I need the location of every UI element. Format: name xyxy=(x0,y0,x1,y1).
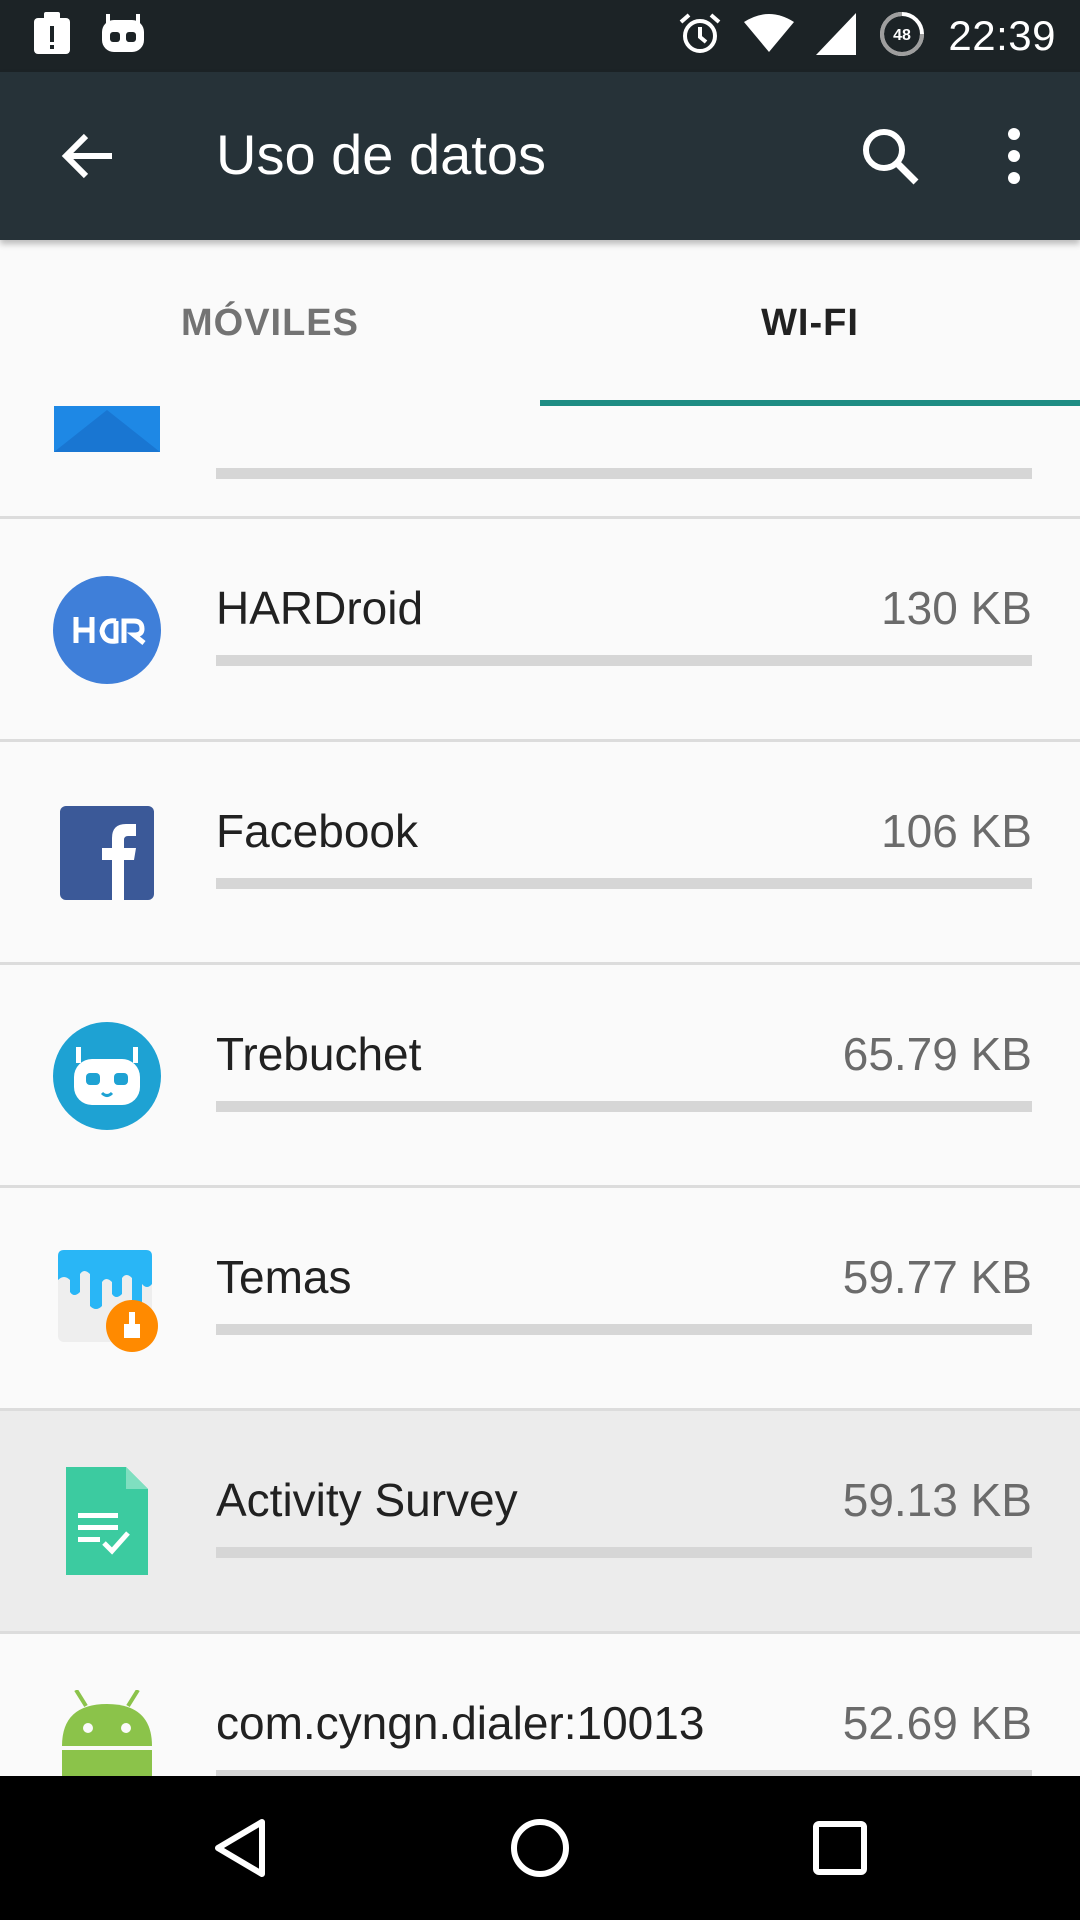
trebuchet-icon xyxy=(52,1021,162,1131)
cyanogen-icon xyxy=(100,14,146,59)
app-data-size: 65.79 KB xyxy=(842,1028,1032,1080)
search-icon[interactable] xyxy=(858,124,922,188)
list-item[interactable]: Temas 59.77 KB xyxy=(0,1188,1080,1411)
status-bar: 48 22:39 xyxy=(0,0,1080,72)
wifi-icon xyxy=(744,13,795,59)
usage-bar xyxy=(216,1547,1032,1558)
list-item[interactable]: HARDroid 130 KB xyxy=(0,519,1080,742)
app-data-size: 59.13 KB xyxy=(842,1474,1032,1526)
navigation-bar xyxy=(0,1776,1080,1920)
page-title: Uso de datos xyxy=(216,123,546,186)
nav-recents-icon[interactable] xyxy=(804,1812,876,1884)
app-name: Activity Survey xyxy=(216,1474,518,1526)
usage-bar xyxy=(216,878,1032,889)
temas-icon xyxy=(52,1244,162,1354)
back-arrow-icon[interactable] xyxy=(56,124,120,188)
usage-bar xyxy=(216,1324,1032,1335)
alarm-icon xyxy=(678,12,722,61)
usage-bar xyxy=(216,468,1032,479)
android-icon xyxy=(52,1688,162,1776)
battery-icon: 48 xyxy=(878,10,926,63)
app-data-size: 59.77 KB xyxy=(842,1251,1032,1303)
nav-back-icon[interactable] xyxy=(204,1812,276,1884)
email-icon xyxy=(52,406,162,452)
usage-bar xyxy=(216,1101,1032,1112)
tab-bar: MÓVILES WI-FI xyxy=(0,240,1080,406)
activity-survey-icon xyxy=(52,1467,162,1577)
app-name: Facebook xyxy=(216,805,419,857)
app-name: Temas xyxy=(216,1251,352,1303)
signal-icon xyxy=(816,12,857,60)
list-item[interactable] xyxy=(0,406,1080,519)
app-data-size: 106 KB xyxy=(881,805,1032,857)
list-item[interactable]: Facebook 106 KB xyxy=(0,742,1080,965)
app-name: com.cyngn.dialer:10013 xyxy=(216,1697,705,1749)
nav-home-icon[interactable] xyxy=(504,1812,576,1884)
list-item[interactable]: Activity Survey 59.13 KB xyxy=(0,1411,1080,1634)
tab-moviles[interactable]: MÓVILES xyxy=(0,240,540,406)
app-name: Trebuchet xyxy=(216,1028,422,1080)
list-item[interactable]: Trebuchet 65.79 KB xyxy=(0,965,1080,1188)
hardroid-icon xyxy=(52,575,162,685)
app-name: HARDroid xyxy=(216,582,424,634)
app-data-size: 52.69 KB xyxy=(842,1697,1032,1749)
more-vert-icon[interactable] xyxy=(984,124,1032,188)
app-usage-list: HARDroid 130 KB Facebook 106 KB Trebuche… xyxy=(0,406,1080,1776)
clock: 22:39 xyxy=(948,12,1056,59)
list-item[interactable]: com.cyngn.dialer:10013 52.69 KB xyxy=(0,1634,1080,1776)
app-data-size: 130 KB xyxy=(881,582,1032,634)
notification-alert-icon xyxy=(32,12,72,61)
app-toolbar: Uso de datos xyxy=(0,72,1080,240)
svg-text:48: 48 xyxy=(893,27,911,44)
tab-wifi[interactable]: WI-FI xyxy=(540,240,1080,406)
usage-bar xyxy=(216,655,1032,666)
tab-indicator xyxy=(540,400,1080,406)
facebook-icon xyxy=(52,798,162,908)
